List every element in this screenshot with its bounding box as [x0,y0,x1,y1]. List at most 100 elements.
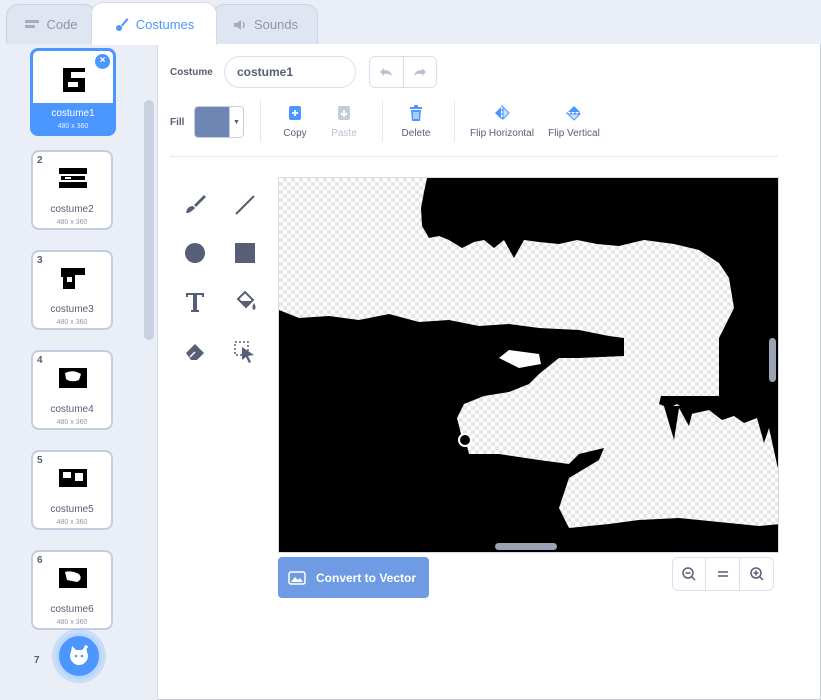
costume-size: 480 x 360 [56,319,88,326]
costume-list: 1 × costume1 480 x 360 2 costume2 480 x … [0,44,158,700]
select-icon [234,341,254,363]
costume-number: 6 [37,555,43,566]
zoom-controls [672,557,775,591]
costume-name: costume3 [50,304,94,315]
costume-thumbnail [57,565,89,591]
chevron-down-icon: ▼ [229,107,243,137]
trash-icon [410,105,422,121]
circle-icon [185,243,205,263]
zoom-reset-button[interactable] [706,557,740,591]
costume-thumbnail [57,365,89,391]
speaker-icon [233,19,245,30]
costume-number: 1 [37,54,43,65]
costume-number: 2 [37,155,43,166]
costume-name: costume1 [51,108,95,119]
costume-size: 480 x 360 [57,123,89,130]
redo-button[interactable] [402,57,437,87]
zoom-out-icon [682,567,696,581]
tab-bar: Code Costumes Sounds [0,0,821,45]
paste-label: Paste [331,128,357,139]
undo-redo-group [369,56,437,88]
cat-icon [70,645,88,665]
costume-size: 480 x 360 [56,419,88,426]
costume-name-input[interactable] [224,56,356,88]
divider [260,100,261,142]
costume-size: 480 x 360 [56,219,88,226]
text-icon [186,293,204,312]
costume-thumbnail [59,64,89,96]
flip-horizontal-button[interactable]: Flip Horizontal [467,104,537,139]
redo-icon [413,68,426,76]
flip-horizontal-icon [495,105,510,121]
costume-thumbnail [57,465,89,491]
convert-to-vector-button[interactable]: Convert to Vector [278,557,429,598]
paint-canvas[interactable] [278,177,779,553]
brush-icon [115,18,129,31]
brush-tool[interactable] [180,190,210,220]
fill-bucket-icon [236,290,256,310]
flip-vertical-button[interactable]: Flip Vertical [544,104,604,139]
delete-label: Delete [401,128,431,139]
tab-costumes-label: Costumes [135,16,195,32]
equals-icon [717,571,728,577]
costume-name: costume5 [50,504,94,515]
costume-name: costume2 [50,204,94,215]
eraser-icon [186,344,204,360]
fill-label: Fill [170,117,185,128]
line-tool[interactable] [230,190,260,220]
undo-button[interactable] [370,57,403,87]
costume-thumbnail [57,165,89,191]
costume-card-1[interactable]: 1 × costume1 480 x 360 [30,48,116,136]
canvas-horizontal-scrollbar[interactable] [495,543,557,550]
brush-icon [186,195,206,213]
costume-number: 7 [34,655,40,666]
costume-artwork [279,178,778,552]
undo-icon [380,68,393,76]
costume-size: 480 x 360 [56,519,88,526]
costume-size: 480 x 360 [56,619,88,626]
rectangle-icon [235,243,255,263]
text-tool[interactable] [180,287,210,317]
zoom-in-button[interactable] [740,557,774,591]
costume-card-6[interactable]: 6 costume6 480 x 360 [31,550,113,630]
flip-horizontal-label: Flip Horizontal [470,128,534,139]
tab-sounds-label: Sounds [253,17,299,32]
copy-button[interactable]: Copy [279,104,311,139]
costume-list-scrollbar[interactable] [144,100,154,340]
convert-to-vector-label: Convert to Vector [316,570,417,585]
fill-color-swatch [195,107,229,137]
costume-name: costume6 [50,604,94,615]
copy-label: Copy [283,128,307,139]
add-costume-button[interactable] [56,633,102,679]
copy-icon [289,106,301,120]
costume-number: 3 [37,255,43,266]
fill-color-picker[interactable]: ▼ [194,106,244,138]
costume-card-2[interactable]: 2 costume2 480 x 360 [31,150,113,230]
delete-button[interactable]: Delete [398,104,434,139]
line-icon [235,195,255,215]
costume-card-4[interactable]: 4 costume4 480 x 360 [31,350,113,430]
paste-button[interactable]: Paste [326,104,362,139]
tab-code[interactable]: Code [6,4,96,44]
tab-costumes[interactable]: Costumes [91,2,217,45]
select-tool[interactable] [230,337,260,367]
costume-card-3[interactable]: 3 costume3 480 x 360 [31,250,113,330]
costume-card-5[interactable]: 5 costume5 480 x 360 [31,450,113,530]
flip-vertical-icon [566,106,582,121]
paste-icon [338,106,350,120]
rectangle-tool[interactable] [230,238,260,268]
tab-sounds[interactable]: Sounds [212,4,318,44]
divider [382,100,383,142]
toolbar-divider [170,156,778,157]
canvas-vertical-scrollbar[interactable] [769,338,776,382]
eraser-tool[interactable] [180,337,210,367]
flip-vertical-label: Flip Vertical [548,128,600,139]
delete-costume-button[interactable]: × [95,54,110,69]
fill-tool[interactable] [230,287,260,317]
costume-number: 5 [37,455,43,466]
circle-tool[interactable] [180,238,210,268]
costume-thumbnail [57,265,89,291]
costume-name: costume4 [50,404,94,415]
zoom-out-button[interactable] [672,557,706,591]
tab-code-label: Code [46,17,78,32]
